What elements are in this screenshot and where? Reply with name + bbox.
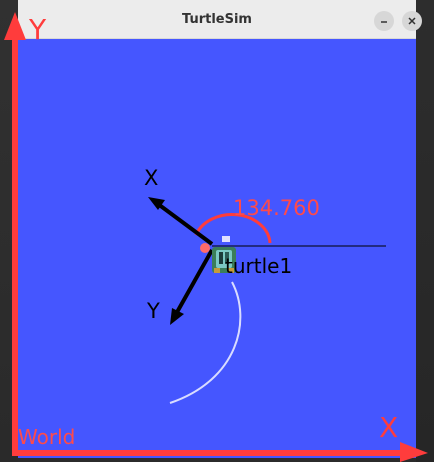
minimize-icon bbox=[381, 21, 387, 23]
window-titlebar[interactable]: TurtleSim bbox=[18, 0, 422, 39]
turtlesim-window: TurtleSim bbox=[18, 0, 422, 458]
close-button[interactable] bbox=[402, 11, 422, 31]
world-x-axis-label: X bbox=[379, 411, 399, 444]
world-frame-label: World bbox=[18, 425, 76, 449]
window-title: TurtleSim bbox=[182, 12, 252, 27]
background-app-left-strip bbox=[0, 0, 18, 462]
desktop-screen: TurtleSim Y X World 134.760 turtle1 X Y bbox=[0, 0, 434, 462]
close-icon bbox=[408, 17, 416, 25]
turtle-y-axis-label: Y bbox=[147, 299, 160, 323]
turtle-name-label: turtle1 bbox=[225, 254, 293, 278]
minimize-button[interactable] bbox=[374, 11, 394, 31]
background-app-right-strip bbox=[416, 0, 434, 462]
heading-angle-value: 134.760 bbox=[233, 196, 320, 220]
turtle-x-axis-label: X bbox=[144, 166, 159, 190]
world-y-axis-label: Y bbox=[29, 13, 47, 46]
